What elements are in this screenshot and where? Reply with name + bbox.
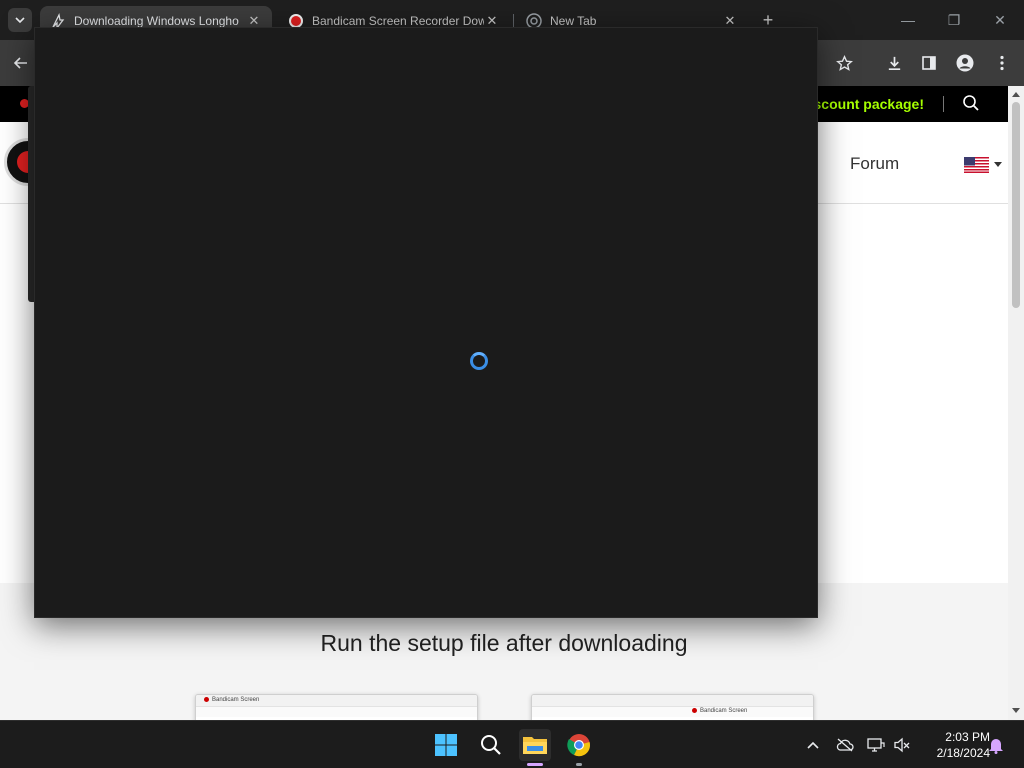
side-panel-button[interactable] (914, 48, 944, 78)
search-icon (481, 735, 501, 755)
bandicam-icon (204, 697, 209, 702)
loading-window[interactable] (34, 27, 818, 618)
taskbar: 2:03 PM 2/18/2024 (0, 720, 1024, 768)
volume-button[interactable] (892, 735, 912, 755)
notifications-button[interactable] (986, 735, 1006, 755)
taskbar-search-button[interactable] (475, 729, 507, 761)
profile-button[interactable] (950, 48, 980, 78)
menu-button[interactable] (987, 48, 1017, 78)
tab-title: Bandicam Screen Recorder Dow (312, 14, 484, 28)
scrollbar-thumb[interactable] (1012, 102, 1020, 308)
setup-screenshot-1: Bandicam Screen (195, 694, 478, 720)
minimize-button[interactable]: — (886, 4, 930, 36)
arrow-left-icon (13, 57, 27, 69)
scroll-up-arrow-icon[interactable] (1012, 92, 1020, 97)
tab-search-button[interactable] (8, 8, 32, 32)
file-explorer-button[interactable] (519, 729, 551, 766)
chevron-down-icon (15, 17, 25, 24)
setup-screenshot-2: Bandicam Screen (531, 694, 814, 720)
thumb-tab-label: Bandicam Screen (700, 708, 748, 715)
restore-button[interactable]: ❐ (932, 4, 976, 36)
thumb-titlebar (532, 695, 813, 707)
download-icon (888, 56, 900, 70)
thumb-titlebar: Bandicam Screen (196, 695, 477, 707)
thumb-tab-label: Bandicam Screen (212, 697, 260, 704)
network-icon (867, 738, 885, 752)
bell-icon (989, 738, 1003, 754)
bandicam-icon (692, 708, 697, 713)
person-icon (956, 54, 974, 72)
star-icon (835, 54, 853, 71)
side-panel-icon (922, 56, 936, 70)
onedrive-button[interactable] (835, 735, 855, 755)
windows-start-icon (435, 734, 457, 756)
file-explorer-icon (523, 737, 547, 754)
thumb-tab: Bandicam Screen (204, 697, 259, 703)
cloud-offline-icon (836, 738, 854, 752)
thumb-addressbar (196, 707, 477, 717)
setup-heading: Run the setup file after downloading (320, 630, 688, 656)
bookmark-star-button[interactable] (829, 48, 859, 78)
clock[interactable]: 2:03 PM 2/18/2024 (916, 729, 990, 761)
search-icon (963, 95, 979, 111)
chevron-up-icon (807, 741, 819, 749)
tab-title: Downloading Windows Longho (74, 14, 239, 28)
thumb-tab: Bandicam Screen (692, 708, 747, 714)
chrome-taskbar-button[interactable] (563, 729, 595, 766)
site-search-button[interactable] (962, 94, 982, 114)
speaker-muted-icon (894, 737, 910, 753)
close-window-button[interactable]: ✕ (978, 4, 1022, 36)
network-button[interactable] (866, 735, 886, 755)
promo-text[interactable]: iscount package! (810, 96, 924, 112)
kebab-menu-icon (1000, 55, 1004, 71)
promo-divider (943, 96, 944, 112)
us-flag-icon[interactable] (964, 157, 989, 173)
show-hidden-icons-button[interactable] (803, 735, 823, 755)
start-button[interactable] (430, 729, 462, 761)
chevron-down-icon[interactable] (994, 162, 1002, 167)
page-scrollbar[interactable] (1008, 86, 1024, 720)
tab-title: New Tab (550, 14, 597, 28)
clock-time: 2:03 PM (945, 730, 990, 744)
scroll-down-arrow-icon[interactable] (1012, 708, 1020, 713)
running-indicator (576, 763, 582, 766)
loading-spinner-icon (470, 352, 488, 370)
nav-forum-link[interactable]: Forum (850, 154, 899, 174)
back-button[interactable] (6, 48, 36, 78)
chrome-icon (567, 734, 590, 757)
clock-date: 2/18/2024 (936, 746, 990, 760)
running-indicator (527, 763, 543, 766)
downloads-button[interactable] (879, 48, 909, 78)
thumb-addressbar: Bandicam Screen (532, 707, 813, 717)
